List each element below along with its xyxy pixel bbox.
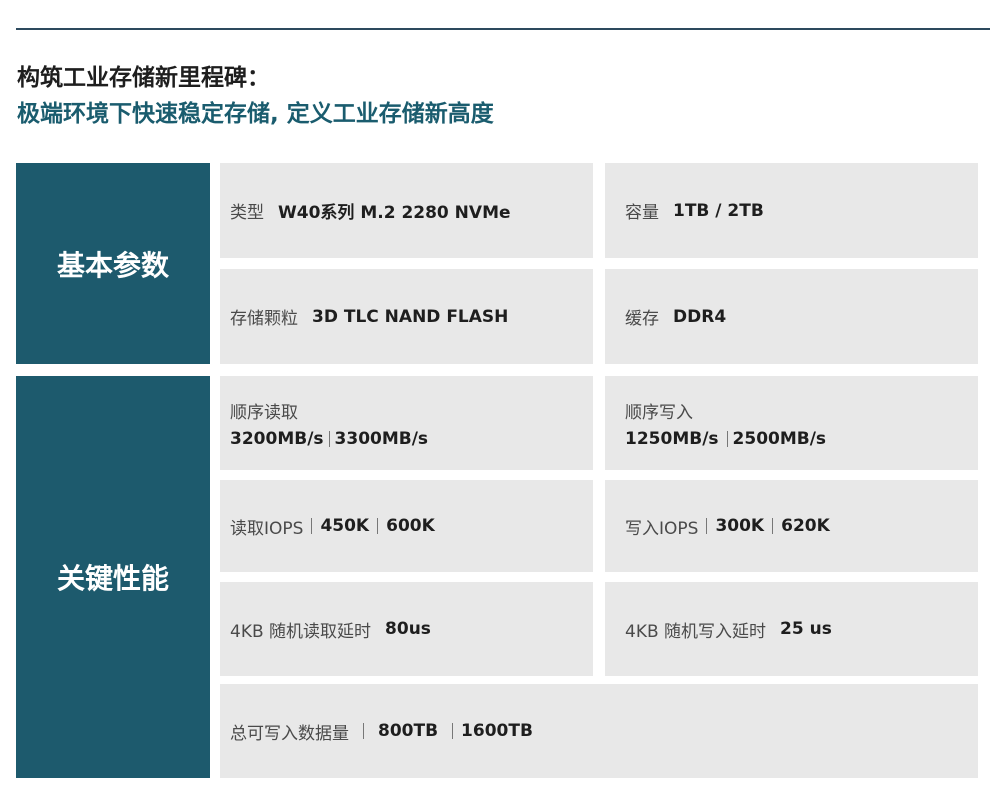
- spec-key-tbw: 总可写入数据量: [230, 723, 349, 744]
- value-separator: [706, 518, 708, 534]
- value-separator: [311, 518, 313, 534]
- spec-cell-write-iops: 写入IOPS 300K 620K: [605, 480, 978, 572]
- value-separator: [328, 430, 330, 447]
- spec-value-read-latency: 80us: [385, 619, 431, 639]
- spec-value-seq-read-2: 3300MB/s: [334, 428, 429, 449]
- spec-value-capacity: 1TB / 2TB: [673, 200, 764, 221]
- value-separator: [377, 518, 379, 534]
- value-separator: [726, 430, 728, 447]
- value-separator: [772, 518, 774, 534]
- spec-cell-read-latency: 4KB 随机读取延时 80us: [220, 582, 593, 676]
- spec-value-write-iops-2: 620K: [781, 516, 830, 536]
- page-subtitle: 极端环境下快速稳定存储, 定义工业存储新高度: [17, 101, 494, 127]
- value-separator: [363, 723, 364, 739]
- spec-cell-type: 类型 W40系列 M.2 2280 NVMe: [220, 163, 593, 258]
- section-label-performance: 关键性能: [16, 376, 210, 778]
- spec-value-tbw-1: 800TB: [378, 721, 439, 741]
- spec-key-write-latency: 4KB 随机写入延时: [625, 621, 767, 642]
- spec-cell-tbw: 总可写入数据量 800TB 1600TB: [220, 684, 978, 778]
- spec-key-type: 类型: [230, 203, 264, 223]
- spec-value-seq-read-1: 3200MB/s: [230, 428, 324, 449]
- spec-cell-capacity: 容量 1TB / 2TB: [605, 163, 978, 258]
- spec-value-seq-write-1: 1250MB/s: [625, 428, 719, 449]
- spec-value-write-latency: 25 us: [780, 619, 832, 639]
- spec-value-read-iops-2: 600K: [386, 516, 435, 536]
- spec-value-cache: DDR4: [673, 306, 727, 327]
- spec-value-flash: 3D TLC NAND FLASH: [312, 306, 509, 327]
- section-label-basic-params: 基本参数: [16, 163, 210, 364]
- spec-cell-seq-write: 顺序写入 1250MB/s 2500MB/s: [605, 376, 978, 470]
- top-divider: [16, 28, 990, 30]
- spec-value-seq-write-2: 2500MB/s: [732, 428, 827, 449]
- spec-key-flash: 存储颗粒: [230, 309, 298, 329]
- spec-key-seq-read: 顺序读取: [230, 402, 298, 423]
- spec-cell-write-latency: 4KB 随机写入延时 25 us: [605, 582, 978, 676]
- page-title: 构筑工业存储新里程碑：: [17, 65, 270, 91]
- spec-cell-cache: 缓存 DDR4: [605, 269, 978, 364]
- spec-key-read-latency: 4KB 随机读取延时: [230, 621, 372, 642]
- spec-key-write-iops: 写入IOPS: [625, 518, 699, 539]
- spec-key-capacity: 容量: [625, 203, 659, 223]
- spec-key-read-iops: 读取IOPS: [230, 518, 304, 539]
- spec-cell-read-iops: 读取IOPS 450K 600K: [220, 480, 593, 572]
- spec-value-tbw-2: 1600TB: [461, 721, 533, 741]
- spec-value-type: W40系列 M.2 2280 NVMe: [278, 203, 511, 223]
- spec-value-read-iops-1: 450K: [320, 516, 370, 536]
- spec-cell-seq-read: 顺序读取 3200MB/s 3300MB/s: [220, 376, 593, 470]
- spec-value-write-iops-1: 300K: [715, 516, 765, 536]
- spec-cell-flash: 存储颗粒 3D TLC NAND FLASH: [220, 269, 593, 364]
- spec-key-cache: 缓存: [625, 309, 659, 329]
- value-separator: [452, 723, 454, 739]
- spec-key-seq-write: 顺序写入: [625, 402, 693, 423]
